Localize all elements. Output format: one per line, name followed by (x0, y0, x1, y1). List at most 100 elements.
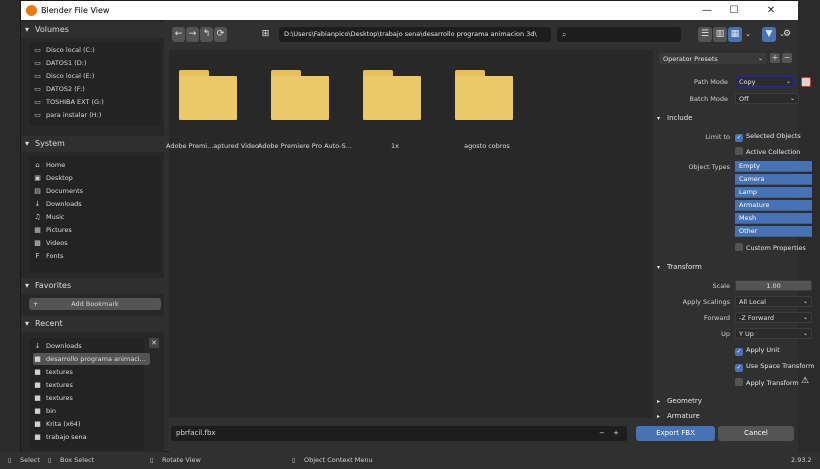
folder-icon (271, 70, 329, 120)
object-type-armature-toggle[interactable]: Armature (735, 200, 812, 211)
refresh-button[interactable]: ⟳ (214, 27, 227, 42)
folder-icon (363, 70, 421, 120)
parent-directory-button[interactable]: ↰ (200, 27, 213, 42)
documents-icon: ▤ (34, 187, 41, 195)
home-icon: ⌂ (35, 161, 40, 169)
system-item-fonts[interactable]: F Fonts (33, 250, 63, 262)
recent-item-selected[interactable]: ■ desarrollo programa animaci... (33, 353, 150, 365)
recent-item[interactable]: ↓ Downloads (33, 340, 82, 352)
drive-icon: ▭ (34, 85, 41, 93)
operator-presets-dropdown[interactable]: Operator Presets ⌄ (659, 53, 767, 64)
recent-item[interactable]: ■ textures (33, 392, 73, 404)
scale-field[interactable]: 1.00 (735, 280, 812, 291)
active-collection-checkbox[interactable]: Active Collection (735, 147, 800, 157)
path-mode-label: Path Mode (693, 78, 728, 86)
bottom-bar: pbrfacil.fbx − + Export FBX Cancel (169, 418, 798, 453)
remove-preset-button[interactable]: − (782, 53, 792, 63)
filter-button[interactable]: ▼ (762, 27, 776, 42)
increment-filename-button[interactable]: + (613, 426, 619, 441)
vertical-list-view-icon[interactable]: ☰ (698, 27, 712, 42)
batch-mode-dropdown[interactable]: Off ⌄ (735, 93, 799, 104)
pictures-icon: ▦ (34, 226, 41, 234)
transform-section-header[interactable]: ▾ Transform (655, 261, 795, 274)
folder-icon: ■ (34, 381, 41, 389)
volume-item[interactable]: ▭ para instalar (H:) (33, 109, 101, 121)
status-rotate-view: Rotate View (162, 456, 201, 464)
status-object-context-menu: Object Context Menu (304, 456, 373, 464)
display-options-chevron-icon[interactable]: ⌄ (743, 27, 753, 42)
volume-item[interactable]: ▭ DATOS2 (F:) (33, 83, 85, 95)
system-panel-header[interactable]: System (21, 136, 164, 152)
object-type-empty-toggle[interactable]: Empty (735, 161, 812, 172)
new-folder-button[interactable]: ⊞ (258, 27, 273, 42)
folder-icon (179, 70, 237, 120)
export-fbx-button[interactable]: Export FBX (636, 426, 715, 441)
recent-panel-header[interactable]: Recent (21, 316, 164, 332)
favorites-panel-header[interactable]: Favorites (21, 278, 164, 294)
filename-input[interactable]: pbrfacil.fbx − + (171, 426, 627, 441)
status-bar: ▯ Select ▯ Box Select ▯ Rotate View ▯ Ob… (0, 452, 820, 469)
plus-icon: + (33, 300, 39, 308)
drive-icon: ▭ (34, 98, 41, 106)
decrement-filename-button[interactable]: − (599, 426, 605, 441)
horizontal-list-view-icon[interactable]: ▥ (713, 27, 727, 42)
object-type-lamp-toggle[interactable]: Lamp (735, 187, 812, 198)
add-bookmark-button[interactable]: + Add Bookmark (29, 298, 161, 310)
geometry-section-header[interactable]: ▸ Geometry (655, 395, 795, 408)
system-item-documents[interactable]: ▤ Documents (33, 185, 83, 197)
use-space-transform-checkbox[interactable]: ✓ Use Space Transform (735, 362, 814, 372)
system-item-home[interactable]: ⌂ Home (33, 159, 65, 171)
custom-properties-checkbox[interactable]: Custom Properties (735, 243, 806, 253)
forward-axis-dropdown[interactable]: -Z Forward ⌄ (735, 312, 812, 323)
system-item-downloads[interactable]: ↓ Downloads (33, 198, 82, 210)
add-preset-button[interactable]: + (770, 53, 780, 63)
close-button[interactable]: ✕ (761, 3, 781, 18)
object-types-label: Object Types (688, 163, 730, 171)
music-icon: ♫ (34, 213, 41, 221)
object-type-mesh-toggle[interactable]: Mesh (735, 213, 812, 224)
system-item-pictures[interactable]: ▦ Pictures (33, 224, 72, 236)
title-bar: Blender File View — ☐ ✕ (21, 1, 798, 20)
recent-item[interactable]: ■ trabajo sena (33, 431, 86, 443)
scale-label: Scale (712, 282, 731, 290)
volume-item[interactable]: ▭ Disco local (C:) (33, 44, 95, 56)
back-button[interactable]: ← (172, 27, 185, 42)
object-type-camera-toggle[interactable]: Camera (735, 174, 812, 185)
object-type-other-toggle[interactable]: Other (735, 226, 812, 237)
cancel-button[interactable]: Cancel (718, 426, 794, 441)
system-item-music[interactable]: ♫ Music (33, 211, 64, 223)
search-input[interactable]: ⌕ (557, 27, 681, 42)
up-axis-dropdown[interactable]: Y Up ⌄ (735, 328, 812, 339)
clear-recent-icon[interactable]: ✕ (149, 338, 159, 348)
volume-item[interactable]: ▭ Disco local (E:) (33, 70, 94, 82)
maximize-button[interactable]: ☐ (724, 3, 744, 18)
drive-icon: ▭ (34, 72, 41, 80)
forward-label: Forward (703, 314, 730, 322)
apply-scalings-dropdown[interactable]: All Local ⌄ (735, 296, 812, 307)
folder-icon: ■ (34, 368, 41, 376)
path-mode-icon[interactable] (801, 77, 811, 87)
system-item-videos[interactable]: ▩ Videos (33, 237, 67, 249)
settings-gear-icon[interactable]: ⚙ (780, 27, 794, 42)
apply-unit-checkbox[interactable]: ✓ Apply Unit (735, 346, 780, 356)
include-section-header[interactable]: ▾ Include (655, 112, 795, 125)
directory-path-input[interactable]: D:\Users\Fabianpico\Desktop\trabajo sena… (279, 27, 551, 42)
forward-button[interactable]: → (186, 27, 199, 42)
path-mode-dropdown[interactable]: Copy ⌄ (735, 76, 795, 87)
apply-transform-checkbox[interactable]: Apply Transform (735, 378, 799, 388)
system-item-desktop[interactable]: ▣ Desktop (33, 172, 73, 184)
volumes-list: ▭ Disco local (C:) ▭ DATOS1 (D:) ▭ Disco lo… (29, 42, 161, 126)
volumes-panel-header[interactable]: Volumes (21, 22, 164, 38)
minimize-button[interactable]: — (697, 3, 717, 18)
volume-item[interactable]: ▭ DATOS1 (D:) (33, 57, 86, 69)
recent-item[interactable]: ■ Krita (x64) (33, 418, 80, 430)
selected-objects-checkbox[interactable]: ✓ Selected Objects (735, 132, 801, 142)
file-view-dialog: Blender File View — ☐ ✕ Volumes ▭Disco l… (20, 0, 814, 453)
recent-item[interactable]: ■ textures (33, 366, 73, 378)
volume-item[interactable]: ▭ TOSHIBA EXT (G:) (33, 96, 104, 108)
drive-icon: ▭ (34, 46, 41, 54)
recent-item[interactable]: ■ bin (33, 405, 56, 417)
folder-icon: ■ (34, 355, 41, 363)
thumbnail-view-icon[interactable]: ▦ (728, 27, 742, 42)
recent-item[interactable]: ■ textures (33, 379, 73, 391)
